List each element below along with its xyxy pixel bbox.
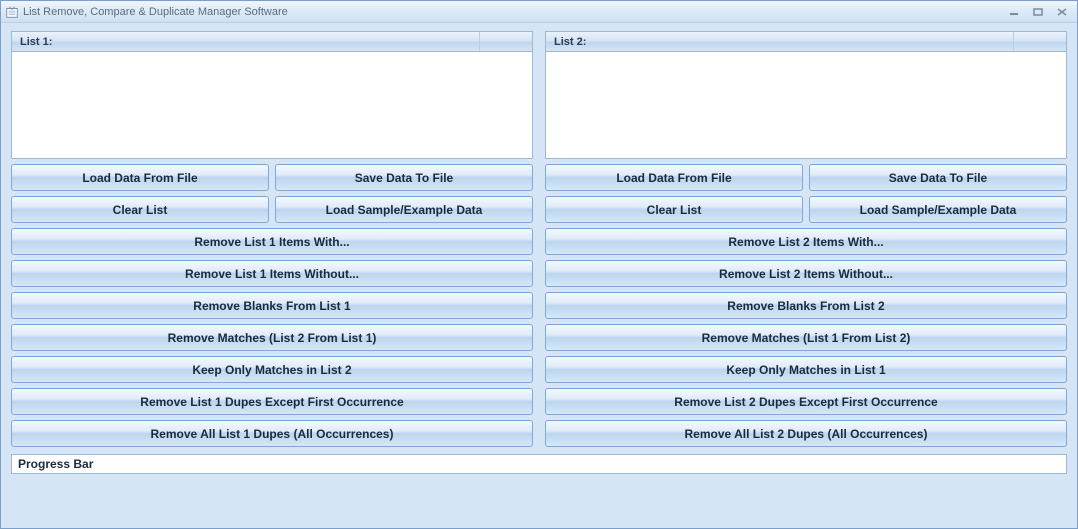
progress-bar: Progress Bar — [11, 454, 1067, 474]
list2-body[interactable] — [545, 51, 1067, 159]
close-button[interactable] — [1051, 5, 1073, 19]
list1-controls: Load Data From File Save Data To File Cl… — [11, 164, 533, 447]
list1-header-label: List 1: — [12, 32, 480, 51]
list1-load-file-button[interactable]: Load Data From File — [11, 164, 269, 191]
list1-body[interactable] — [11, 51, 533, 159]
list2-header-label: List 2: — [546, 32, 1014, 51]
app-window: List Remove, Compare & Duplicate Manager… — [0, 0, 1078, 529]
list2-remove-blanks-button[interactable]: Remove Blanks From List 2 — [545, 292, 1067, 319]
list1-clear-button[interactable]: Clear List — [11, 196, 269, 223]
list1-keep-matches-button[interactable]: Keep Only Matches in List 2 — [11, 356, 533, 383]
list2-save-file-button[interactable]: Save Data To File — [809, 164, 1067, 191]
list2-pane: List 2: — [545, 31, 1067, 159]
minimize-button[interactable] — [1003, 5, 1025, 19]
list2-controls: Load Data From File Save Data To File Cl… — [545, 164, 1067, 447]
list2-header-spacer — [1014, 32, 1066, 51]
list1-pane: List 1: — [11, 31, 533, 159]
list1-load-sample-button[interactable]: Load Sample/Example Data — [275, 196, 533, 223]
list1-remove-blanks-button[interactable]: Remove Blanks From List 1 — [11, 292, 533, 319]
list2-load-file-button[interactable]: Load Data From File — [545, 164, 803, 191]
list1-remove-matches-button[interactable]: Remove Matches (List 2 From List 1) — [11, 324, 533, 351]
list1-header[interactable]: List 1: — [11, 31, 533, 51]
list1-remove-without-button[interactable]: Remove List 1 Items Without... — [11, 260, 533, 287]
app-icon — [5, 5, 19, 19]
list1-header-spacer — [480, 32, 532, 51]
progress-label: Progress Bar — [18, 457, 93, 471]
list1-remove-with-button[interactable]: Remove List 1 Items With... — [11, 228, 533, 255]
list1-save-file-button[interactable]: Save Data To File — [275, 164, 533, 191]
list1-dupes-all-button[interactable]: Remove All List 1 Dupes (All Occurrences… — [11, 420, 533, 447]
list1-dupes-except-first-button[interactable]: Remove List 1 Dupes Except First Occurre… — [11, 388, 533, 415]
maximize-button[interactable] — [1027, 5, 1049, 19]
list2-remove-with-button[interactable]: Remove List 2 Items With... — [545, 228, 1067, 255]
window-title: List Remove, Compare & Duplicate Manager… — [23, 6, 1001, 18]
list2-clear-button[interactable]: Clear List — [545, 196, 803, 223]
titlebar: List Remove, Compare & Duplicate Manager… — [1, 1, 1077, 23]
list2-dupes-except-first-button[interactable]: Remove List 2 Dupes Except First Occurre… — [545, 388, 1067, 415]
list2-keep-matches-button[interactable]: Keep Only Matches in List 1 — [545, 356, 1067, 383]
list2-remove-matches-button[interactable]: Remove Matches (List 1 From List 2) — [545, 324, 1067, 351]
list2-header[interactable]: List 2: — [545, 31, 1067, 51]
list2-dupes-all-button[interactable]: Remove All List 2 Dupes (All Occurrences… — [545, 420, 1067, 447]
list2-load-sample-button[interactable]: Load Sample/Example Data — [809, 196, 1067, 223]
list2-remove-without-button[interactable]: Remove List 2 Items Without... — [545, 260, 1067, 287]
